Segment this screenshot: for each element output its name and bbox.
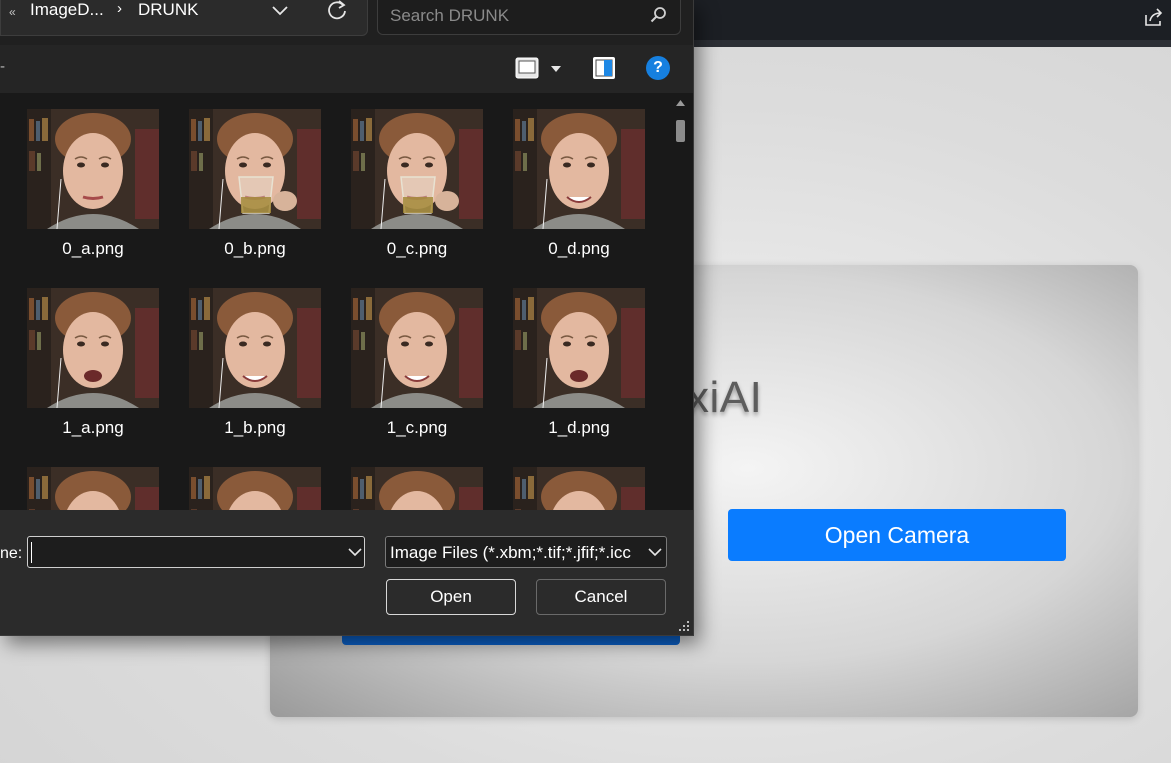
- file-item[interactable]: 0_d.png: [504, 109, 654, 269]
- file-thumbnail[interactable]: [189, 288, 321, 408]
- file-name: 1_a.png: [62, 418, 124, 437]
- help-icon[interactable]: ?: [646, 56, 670, 80]
- toolbar-edge: -: [0, 59, 6, 75]
- file-item[interactable]: [342, 467, 492, 510]
- cancel-button[interactable]: Cancel: [536, 579, 666, 615]
- file-grid: 1_d.png 1_c.png 1_b.png 1_a.png 0_d.png 0_c.p…: [0, 93, 693, 510]
- file-item[interactable]: 1_b.png: [180, 288, 330, 448]
- file-name: 1_c.png: [386, 418, 448, 437]
- breadcrumb-current[interactable]: DRUNK: [138, 0, 198, 20]
- file-thumbnail[interactable]: [189, 467, 321, 510]
- file-item[interactable]: 0_b.png: [180, 109, 330, 269]
- resize-grip-icon[interactable]: [678, 620, 690, 632]
- file-thumbnail[interactable]: [513, 109, 645, 229]
- open-camera-button[interactable]: Open Camera: [728, 509, 1066, 561]
- breadcrumb-parent[interactable]: ImageD...: [30, 0, 104, 20]
- file-name: 0_d.png: [548, 239, 610, 258]
- file-thumbnail[interactable]: [27, 109, 159, 229]
- file-open-dialog: « ImageD... › DRUNK - ? 1_d.png1_c.png1_…: [0, 0, 694, 636]
- file-thumbnail[interactable]: [189, 109, 321, 229]
- file-thumbnail[interactable]: [351, 288, 483, 408]
- search-box[interactable]: [377, 0, 681, 35]
- file-thumbnail[interactable]: [351, 467, 483, 510]
- file-thumbnail[interactable]: [513, 288, 645, 408]
- dialog-footer: ne: Image Files (*.xbm;*.tif;*.jfif;*.ic…: [0, 510, 693, 635]
- file-name: 0_a.png: [62, 239, 124, 258]
- file-item[interactable]: 0_a.png: [18, 109, 168, 269]
- file-thumbnail[interactable]: [351, 109, 483, 229]
- file-name: 0_c.png: [386, 239, 448, 258]
- search-icon[interactable]: [650, 6, 668, 24]
- view-dropdown-icon[interactable]: [551, 66, 561, 72]
- share-icon[interactable]: [1143, 6, 1165, 28]
- file-item[interactable]: 1_d.png: [504, 288, 654, 448]
- chevron-down-icon[interactable]: [648, 548, 662, 557]
- file-item[interactable]: 1_a.png: [18, 288, 168, 448]
- view-mode-icon[interactable]: [515, 57, 539, 79]
- file-item[interactable]: [18, 467, 168, 510]
- file-item[interactable]: [504, 467, 654, 510]
- file-type-select[interactable]: Image Files (*.xbm;*.tif;*.jfif;*.icc: [385, 536, 667, 568]
- chevron-double-left-icon[interactable]: «: [9, 5, 16, 19]
- file-item[interactable]: 1_c.png: [342, 288, 492, 448]
- file-name-label: ne:: [0, 545, 23, 562]
- dialog-toolbar: -: [0, 45, 693, 93]
- file-thumbnail[interactable]: [513, 467, 645, 510]
- file-item[interactable]: [180, 467, 330, 510]
- chevron-down-icon[interactable]: [348, 548, 362, 557]
- scroll-up-icon[interactable]: [676, 99, 685, 107]
- file-thumbnail[interactable]: [27, 288, 159, 408]
- file-type-value: Image Files (*.xbm;*.tif;*.jfif;*.icc: [390, 543, 631, 562]
- file-name: 0_b.png: [224, 239, 286, 258]
- file-name: 1_d.png: [548, 418, 610, 437]
- file-name: 1_b.png: [224, 418, 286, 437]
- refresh-icon[interactable]: [323, 0, 349, 23]
- chevron-down-icon[interactable]: [271, 3, 289, 17]
- file-thumbnail[interactable]: [27, 467, 159, 510]
- address-bar[interactable]: « ImageD... › DRUNK: [0, 0, 368, 36]
- chevron-right-icon: ›: [117, 0, 122, 17]
- file-item[interactable]: 0_c.png: [342, 109, 492, 269]
- file-name-combo[interactable]: [27, 536, 365, 568]
- preview-pane-icon[interactable]: [592, 56, 616, 80]
- open-button[interactable]: Open: [386, 579, 516, 615]
- search-input[interactable]: [388, 5, 642, 27]
- file-name-input[interactable]: [32, 541, 336, 565]
- scrollbar-thumb[interactable]: [676, 120, 685, 142]
